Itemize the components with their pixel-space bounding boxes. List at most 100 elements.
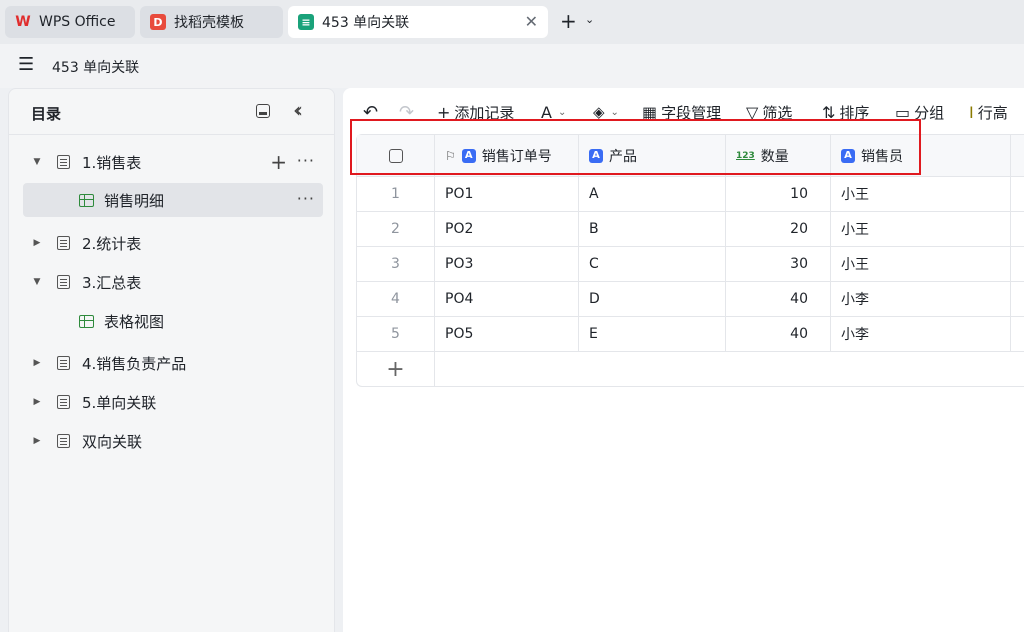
tab-docer-templates[interactable]: D 找稻壳模板 <box>140 6 283 38</box>
order-cell[interactable]: PO5 <box>435 317 579 351</box>
undo-icon[interactable]: ↶ <box>363 100 378 124</box>
sort-button[interactable]: ⇅ 排序 <box>822 100 869 124</box>
caret-right-icon[interactable]: ▶ <box>29 358 45 368</box>
row-height-button[interactable]: I 行高 <box>969 100 1008 124</box>
sidebar-item-sales-products[interactable]: ▶ 4.销售负责产品 <box>23 346 323 380</box>
order-cell[interactable]: PO2 <box>435 212 579 246</box>
tab-current-document[interactable]: ≡ 453 单向关联 ✕ <box>288 6 548 38</box>
caret-right-icon[interactable]: ▶ <box>29 436 45 446</box>
sidebar-item-sales-table[interactable]: ▼ 1.销售表 + ··· <box>23 145 323 179</box>
row-height-icon: I <box>969 102 974 122</box>
data-table: ⚐ A 销售订单号 A 产品 123 数量 A 销售员 1 PO1 A 10 小… <box>356 134 1024 387</box>
sheet-grid-icon <box>79 193 94 207</box>
number-field-icon: 123 <box>736 150 755 161</box>
product-cell[interactable]: C <box>579 247 726 281</box>
redo-icon[interactable]: ↷ <box>399 100 414 124</box>
product-cell[interactable]: E <box>579 317 726 351</box>
quantity-cell[interactable]: 30 <box>726 247 831 281</box>
product-cell[interactable]: D <box>579 282 726 316</box>
fill-color-button[interactable]: ◈ ⌄ <box>593 100 619 124</box>
new-tab-plus-icon[interactable]: + <box>560 10 577 32</box>
quantity-cell[interactable]: 10 <box>726 177 831 211</box>
row-index: 5 <box>357 317 435 351</box>
document-icon <box>57 356 70 370</box>
table-app-icon: ≡ <box>298 14 314 30</box>
more-icon[interactable]: ··· <box>297 189 315 208</box>
table-header-row: ⚐ A 销售订单号 A 产品 123 数量 A 销售员 <box>357 135 1024 177</box>
order-cell[interactable]: PO1 <box>435 177 579 211</box>
filter-button[interactable]: ▽ 筛选 <box>746 100 792 124</box>
column-header-order[interactable]: ⚐ A 销售订单号 <box>435 135 579 176</box>
chevron-down-icon: ⌄ <box>557 106 567 118</box>
column-header-seller[interactable]: A 销售员 <box>831 135 1011 176</box>
sidebar-item-label: 2.统计表 <box>82 234 142 253</box>
group-button[interactable]: ▭ 分组 <box>895 100 944 124</box>
caret-down-icon[interactable]: ▼ <box>29 277 45 287</box>
quantity-cell[interactable]: 40 <box>726 317 831 351</box>
seller-cell[interactable]: 小王 <box>831 177 1011 211</box>
chevron-down-icon[interactable]: ⌄ <box>585 13 594 26</box>
filler-cell <box>1011 177 1024 211</box>
group-label: 分组 <box>914 103 945 122</box>
column-header-label: 销售员 <box>861 148 903 165</box>
tab-bar: W WPS Office D 找稻壳模板 ≡ 453 单向关联 ✕ + ⌄ <box>0 0 1024 44</box>
caret-right-icon[interactable]: ▶ <box>29 397 45 407</box>
font-color-button[interactable]: A ⌄ <box>541 100 566 124</box>
sort-label: 排序 <box>839 103 870 122</box>
panel-toggle-icon[interactable] <box>256 104 270 118</box>
wps-logo-icon: W <box>15 14 31 30</box>
filler-cell <box>1011 247 1024 281</box>
tab-wps-office[interactable]: W WPS Office <box>5 6 135 38</box>
seller-cell[interactable]: 小李 <box>831 282 1011 316</box>
seller-cell[interactable]: 小王 <box>831 212 1011 246</box>
row-height-label: 行高 <box>977 103 1008 122</box>
close-icon[interactable]: ✕ <box>525 12 538 31</box>
seller-cell[interactable]: 小李 <box>831 317 1011 351</box>
quantity-cell[interactable]: 40 <box>726 282 831 316</box>
table-row[interactable]: 1 PO1 A 10 小王 <box>357 177 1024 212</box>
add-icon[interactable]: + <box>270 150 287 174</box>
sidebar-item-two-way-link[interactable]: ▶ 双向关联 <box>23 424 323 458</box>
header-filler-cell <box>1011 135 1024 176</box>
document-icon <box>57 155 70 169</box>
seller-cell[interactable]: 小王 <box>831 247 1011 281</box>
document-header: ☰ 453 单向关联 <box>0 44 1024 88</box>
order-cell[interactable]: PO4 <box>435 282 579 316</box>
row-index: 3 <box>357 247 435 281</box>
sidebar-header: 目录 ‹‹ <box>9 89 334 135</box>
field-manage-button[interactable]: ▦ 字段管理 <box>642 100 721 124</box>
table-row[interactable]: 4 PO4 D 40 小李 <box>357 282 1024 317</box>
sidebar-item-label: 双向关联 <box>82 432 143 451</box>
product-cell[interactable]: A <box>579 177 726 211</box>
column-header-quantity[interactable]: 123 数量 <box>726 135 831 176</box>
collapse-sidebar-icon[interactable]: ‹‹ <box>293 98 303 122</box>
order-cell[interactable]: PO3 <box>435 247 579 281</box>
menu-icon[interactable]: ☰ <box>18 56 34 74</box>
add-record-button[interactable]: + 添加记录 <box>437 100 514 124</box>
caret-down-icon[interactable]: ▼ <box>29 157 45 167</box>
document-title: 453 单向关联 <box>52 60 140 76</box>
document-icon <box>57 275 70 289</box>
table-row[interactable]: 3 PO3 C 30 小王 <box>357 247 1024 282</box>
filter-icon: ▽ <box>746 102 759 122</box>
sidebar-item-summary-table[interactable]: ▼ 3.汇总表 <box>23 265 323 299</box>
add-row[interactable]: + <box>357 352 1024 387</box>
table-row[interactable]: 5 PO5 E 40 小李 <box>357 317 1024 352</box>
more-icon[interactable]: ··· <box>297 151 315 170</box>
column-header-product[interactable]: A 产品 <box>579 135 726 176</box>
caret-right-icon[interactable]: ▶ <box>29 238 45 248</box>
column-header-label: 数量 <box>760 148 789 165</box>
sidebar-item-sales-detail[interactable]: 销售明细 ··· <box>23 183 323 217</box>
sidebar-item-grid-view[interactable]: 表格视图 <box>23 304 323 338</box>
sidebar-item-label: 5.单向关联 <box>82 393 157 412</box>
select-all-checkbox[interactable] <box>388 148 403 163</box>
sheet-grid-icon <box>79 314 94 328</box>
document-icon <box>57 395 70 409</box>
filler-cell <box>1011 317 1024 351</box>
sidebar-item-stats-table[interactable]: ▶ 2.统计表 <box>23 226 323 260</box>
add-row-plus-icon[interactable]: + <box>357 352 435 387</box>
product-cell[interactable]: B <box>579 212 726 246</box>
table-row[interactable]: 2 PO2 B 20 小王 <box>357 212 1024 247</box>
sidebar-item-one-way-link[interactable]: ▶ 5.单向关联 <box>23 385 323 419</box>
quantity-cell[interactable]: 20 <box>726 212 831 246</box>
